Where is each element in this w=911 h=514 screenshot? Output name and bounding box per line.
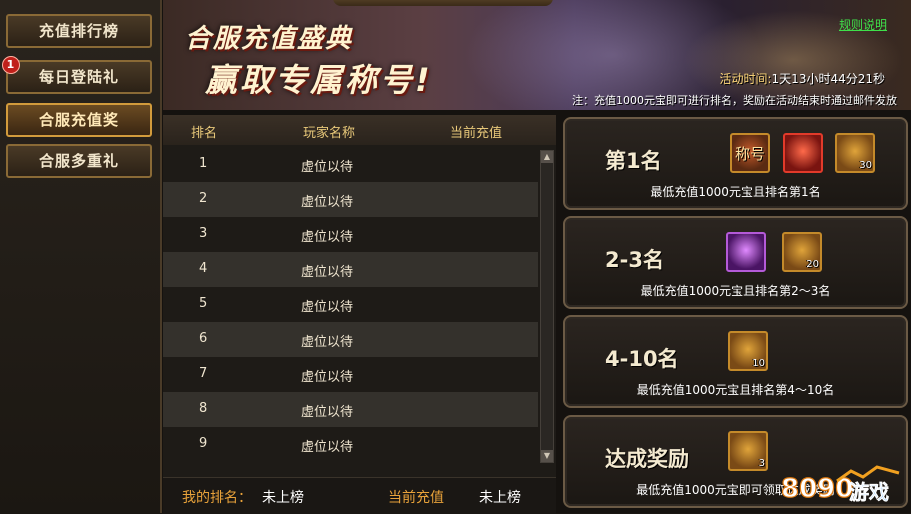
gold-ingot-icon[interactable]: 10 [728, 331, 768, 371]
table-row: 4 虚位以待 [163, 252, 538, 287]
rank-cell: 5 [199, 296, 208, 311]
reward-condition: 最低充值1000元宝且排名第4～10名 [636, 383, 835, 397]
reward-panel-rank-2-3: 2-3名 20 最低充值1000元宝且排名第2～3名 [563, 216, 908, 309]
table-row: 9 虚位以待 [163, 427, 538, 462]
player-cell: 虚位以待 [301, 300, 354, 315]
table-row: 7 虚位以待 [163, 357, 538, 392]
player-cell: 虚位以待 [301, 405, 354, 420]
banner-header-ornament [333, 0, 553, 6]
banner-title-line1: 合服充值盛典 [185, 24, 354, 54]
column-header-player: 玩家名称 [303, 126, 356, 141]
sidebar-item-merge-gifts[interactable]: 合服多重礼 [6, 144, 152, 178]
sidebar-item-label: 合服充值奖 [38, 111, 119, 129]
rank-cell: 3 [199, 226, 208, 241]
ranking-table: 排名 玩家名称 当前充值 1 虚位以待 2 虚位以待 3 虚位以待 4 虚位以待… [163, 115, 556, 514]
reward-rank-title: 4-10名 [605, 347, 679, 371]
sidebar-item-label: 合服多重礼 [38, 152, 119, 170]
reward-panels: 第1名 称号 30 最低充值1000元宝且排名第1名 2-3名 20 最低充值1… [563, 115, 911, 513]
event-countdown: 活动时间:1天13小时44分21秒 [720, 70, 886, 87]
item-glyph: 称号 [734, 145, 765, 163]
purple-gem-icon[interactable] [726, 232, 766, 272]
rank-cell: 1 [199, 156, 208, 171]
item-count: 3 [758, 458, 765, 469]
column-header-rank: 排名 [191, 126, 218, 141]
my-rank-bar: 我的排名： 未上榜 当前充值 未上榜 [163, 477, 556, 514]
countdown-label: 活动时间: [719, 72, 772, 86]
event-notice: 注：充值1000元宝即可进行排名，奖励在活动结束时通过邮件发放 [572, 94, 897, 107]
player-cell: 虚位以待 [301, 230, 354, 245]
reward-rank-title: 2-3名 [605, 248, 664, 272]
title-badge-icon[interactable]: 称号 [730, 133, 770, 173]
player-cell: 虚位以待 [301, 160, 354, 175]
gold-ingot-icon[interactable]: 20 [782, 232, 822, 272]
table-row: 3 虚位以待 [163, 217, 538, 252]
gold-ingot-icon[interactable]: 3 [728, 431, 768, 471]
red-gem-icon[interactable] [783, 133, 823, 173]
item-count: 20 [806, 259, 819, 270]
scroll-down-arrow-icon[interactable]: ▼ [541, 450, 553, 462]
reward-panel-rank-1: 第1名 称号 30 最低充值1000元宝且排名第1名 [563, 117, 908, 210]
my-rank-label: 我的排名： [182, 490, 252, 506]
reward-rank-title: 第1名 [605, 149, 662, 173]
item-count: 10 [752, 358, 765, 369]
rank-cell: 2 [199, 191, 208, 206]
rank-cell: 8 [199, 401, 208, 416]
sidebar-item-label: 充值排行榜 [38, 22, 119, 40]
table-row: 6 虚位以待 [163, 322, 538, 357]
countdown-value: 1天13小时44分21秒 [771, 72, 885, 86]
rules-link[interactable]: 规则说明 [839, 16, 887, 33]
reward-panel-rank-4-10: 4-10名 10 最低充值1000元宝且排名第4～10名 [563, 315, 908, 408]
reward-rank-title: 达成奖励 [605, 447, 689, 471]
player-cell: 虚位以待 [301, 195, 354, 210]
player-cell: 虚位以待 [301, 265, 354, 280]
scroll-up-arrow-icon[interactable]: ▲ [541, 151, 553, 163]
my-rank-value: 未上榜 [262, 490, 304, 506]
notification-badge: 1 [2, 56, 20, 74]
table-header: 排名 玩家名称 当前充值 [163, 115, 556, 145]
table-scrollbar[interactable]: ▲ ▼ [540, 150, 554, 463]
8090-watermark-logo: 8090 游戏 [780, 465, 900, 505]
event-banner: 合服充值盛典 赢取专属称号! 规则说明 活动时间:1天13小时44分21秒 注：… [163, 0, 911, 110]
banner-title-line2: 赢取专属称号! [205, 61, 433, 99]
game-window: 充值排行榜 1 每日登陆礼 合服充值奖 合服多重礼 合服充值盛典 赢取专属称号!… [0, 0, 911, 514]
table-row: 5 虚位以待 [163, 287, 538, 322]
table-row: 2 虚位以待 [163, 182, 538, 217]
column-header-recharge: 当前充值 [450, 126, 503, 141]
table-row: 8 虚位以待 [163, 392, 538, 427]
sidebar-item-merge-recharge[interactable]: 合服充值奖 [6, 103, 152, 137]
table-row: 1 虚位以待 [163, 147, 538, 182]
sidebar-item-daily-login[interactable]: 1 每日登陆礼 [2, 56, 152, 94]
my-recharge-label: 当前充值 [388, 490, 444, 506]
reward-condition: 最低充值1000元宝且排名第1名 [650, 185, 821, 199]
reward-condition: 最低充值1000元宝且排名第2～3名 [640, 284, 831, 298]
my-recharge-value: 未上榜 [479, 490, 521, 506]
svg-text:游戏: 游戏 [849, 480, 889, 504]
player-cell: 虚位以待 [301, 335, 354, 350]
sidebar: 充值排行榜 1 每日登陆礼 合服充值奖 合服多重礼 [0, 0, 162, 513]
rank-cell: 4 [199, 261, 208, 276]
sidebar-item-recharge-ranking[interactable]: 充值排行榜 [6, 14, 152, 48]
player-cell: 虚位以待 [301, 370, 354, 385]
gold-ingot-icon[interactable]: 30 [835, 133, 875, 173]
sidebar-item-label: 每日登陆礼 [38, 68, 119, 86]
player-cell: 虚位以待 [301, 440, 354, 455]
rank-cell: 6 [199, 331, 208, 346]
rank-cell: 9 [199, 436, 208, 451]
rank-cell: 7 [199, 366, 208, 381]
item-count: 30 [859, 160, 872, 171]
